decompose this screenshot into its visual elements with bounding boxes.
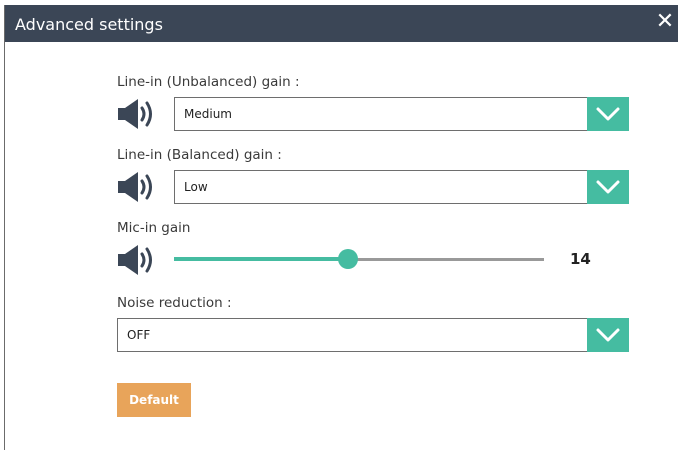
line-in-unbalanced-select[interactable]: Medium	[174, 97, 629, 131]
mic-in-gain-label: Mic-in gain	[117, 220, 191, 236]
noise-reduction-select[interactable]: OFF	[117, 318, 629, 352]
speaker-icon	[118, 99, 152, 129]
chevron-down-icon[interactable]	[587, 170, 629, 204]
noise-reduction-value: OFF	[127, 328, 151, 342]
line-in-unbalanced-label: Line-in (Unbalanced) gain :	[117, 74, 300, 90]
line-in-unbalanced-value: Medium	[184, 107, 232, 121]
slider-fill	[174, 257, 348, 261]
default-button[interactable]: Default	[117, 383, 191, 417]
line-in-balanced-select[interactable]: Low	[174, 170, 629, 204]
speaker-icon	[118, 245, 152, 275]
line-in-balanced-label: Line-in (Balanced) gain :	[117, 147, 282, 163]
noise-reduction-label: Noise reduction :	[117, 295, 232, 311]
mic-in-gain-value: 14	[570, 250, 591, 268]
dialog-title: Advanced settings	[15, 15, 163, 34]
chevron-down-icon[interactable]	[587, 318, 629, 352]
chevron-down-icon[interactable]	[587, 97, 629, 131]
advanced-settings-dialog: Advanced settings ✕	[4, 5, 678, 450]
mic-in-gain-slider[interactable]	[174, 248, 544, 272]
speaker-icon	[118, 172, 152, 202]
slider-thumb[interactable]	[338, 249, 358, 269]
dialog-titlebar: Advanced settings ✕	[5, 5, 678, 42]
close-icon[interactable]: ✕	[653, 8, 677, 36]
line-in-balanced-value: Low	[184, 180, 208, 194]
